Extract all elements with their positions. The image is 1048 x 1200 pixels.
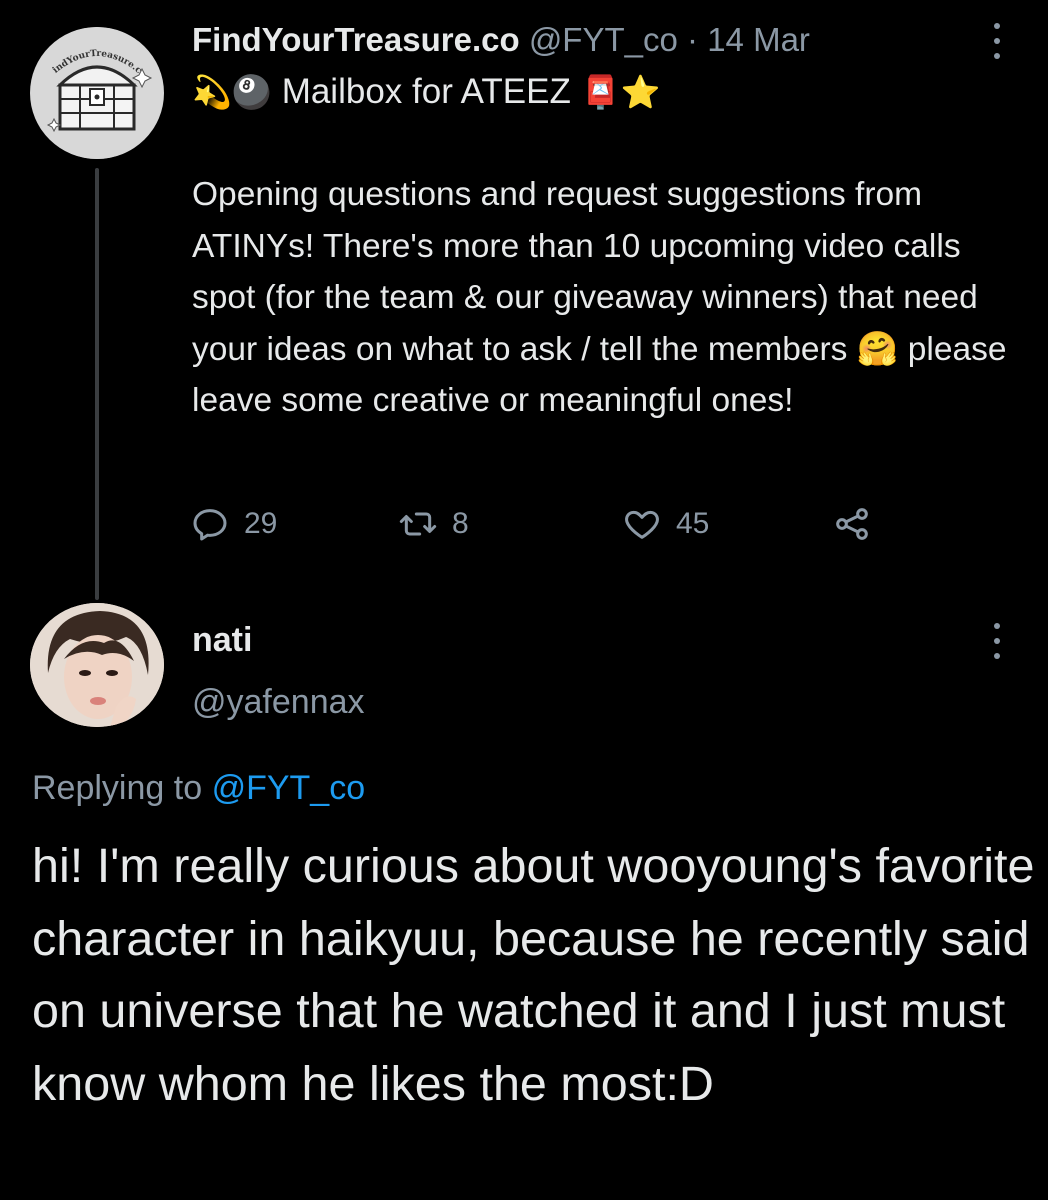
- avatar-nati[interactable]: [30, 603, 164, 727]
- profile-photo: [30, 603, 164, 727]
- bio-emoji-suffix: 📮⭐: [580, 74, 661, 110]
- replying-to-label: Replying to: [32, 769, 203, 807]
- treasure-chest-logo: FindYourTreasure.co: [30, 27, 163, 159]
- reply-button[interactable]: 29: [190, 500, 277, 548]
- retweet-count: 8: [452, 507, 469, 540]
- reply-icon: [193, 509, 227, 541]
- more-options-icon[interactable]: [992, 23, 1002, 59]
- reply-handle[interactable]: @yafennax: [192, 680, 365, 724]
- like-button[interactable]: 45: [622, 500, 709, 548]
- reply-text: hi! I'm really curious about wooyoung's …: [32, 839, 1035, 1111]
- share-icon: [836, 508, 868, 540]
- like-count: 45: [676, 507, 710, 540]
- handle[interactable]: @FYT_co: [529, 21, 678, 58]
- bio-text: Mailbox for ATEEZ: [281, 72, 571, 111]
- display-name[interactable]: FindYourTreasure.co: [192, 21, 520, 58]
- user-bio: 💫🎱 Mailbox for ATEEZ 📮⭐: [192, 70, 661, 114]
- replying-to-mention[interactable]: @FYT_co: [212, 769, 366, 807]
- reply-count: 29: [244, 507, 278, 540]
- tweet-header: FindYourTreasure.co @FYT_co · 14 Mar: [192, 20, 810, 60]
- reply-display-name[interactable]: nati: [192, 618, 252, 662]
- replying-to: Replying to @FYT_co: [32, 766, 365, 810]
- thread-line: [95, 168, 99, 600]
- retweet-button[interactable]: 8: [398, 500, 469, 548]
- tweet-text: Opening questions and request suggestion…: [192, 176, 1016, 419]
- tweet-date[interactable]: 14 Mar: [707, 21, 810, 58]
- separator-dot: ·: [687, 21, 699, 58]
- share-button[interactable]: [832, 500, 872, 548]
- avatar-findyourtreasure[interactable]: FindYourTreasure.co: [30, 27, 164, 159]
- bio-emoji-prefix: 💫🎱: [192, 74, 272, 110]
- retweet-icon: [399, 512, 437, 536]
- heart-icon: [625, 510, 659, 539]
- reply-more-options-icon[interactable]: [992, 623, 1002, 659]
